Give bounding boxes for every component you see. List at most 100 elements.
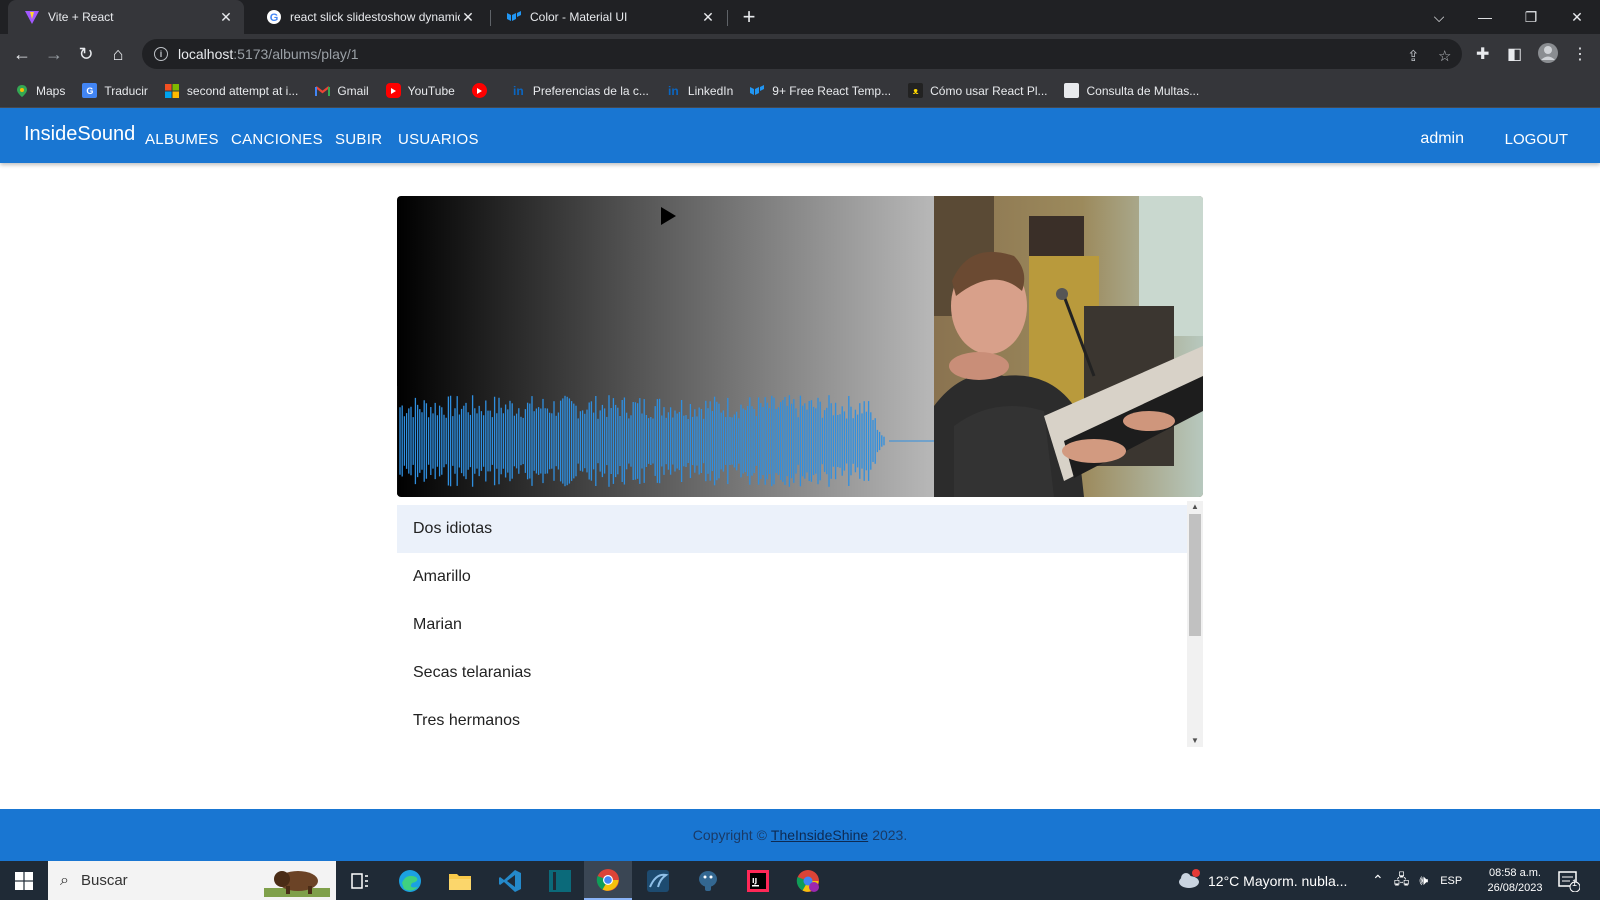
extensions-icon[interactable]: ✚ [1476, 44, 1489, 64]
bookmark-preferencias[interactable]: in Preferencias de la c... [511, 83, 649, 98]
close-tab-icon[interactable]: ✕ [218, 9, 234, 26]
new-tab-button[interactable]: + [737, 4, 761, 30]
nav-usuarios[interactable]: USUARIOS [398, 131, 479, 148]
play-button[interactable] [655, 204, 679, 228]
notifications-icon[interactable]: 1 [1558, 861, 1580, 900]
tab-google-search[interactable]: G react slick slidestoshow dynamic ✕ [250, 0, 486, 34]
tab-vite-react[interactable]: Vite + React ✕ [8, 0, 244, 34]
url-host: localhost [178, 46, 234, 62]
play-icon [661, 207, 676, 225]
reload-icon[interactable]: ↻ [74, 42, 98, 66]
scroll-down-icon[interactable]: ▼ [1187, 735, 1203, 747]
bookmark-label: YouTube [407, 83, 455, 98]
track-title: Marian [413, 616, 462, 633]
track-item-secas-telaranias[interactable]: Secas telaranias [397, 649, 1187, 697]
nav-canciones[interactable]: CANCIONES [231, 131, 323, 148]
weather-text: 12°C Mayorm. nubla... [1208, 872, 1348, 889]
tab-search-icon[interactable]: ⌵ [1416, 0, 1462, 34]
chrome-profile-icon[interactable] [784, 861, 832, 900]
profile-avatar[interactable] [1537, 42, 1559, 69]
forward-icon[interactable]: → [42, 42, 66, 66]
nav-albumes[interactable]: ALBUMES [145, 131, 219, 148]
track-item-dos-idiotas[interactable]: Dos idiotas [397, 505, 1187, 553]
tab-material-ui[interactable]: Color - Material UI ✕ [490, 0, 726, 34]
linkedin-icon: in [668, 83, 679, 98]
waveform-panel[interactable] [397, 196, 934, 497]
logout-button[interactable]: LOGOUT [1505, 131, 1568, 148]
chrome-icon[interactable] [584, 861, 632, 900]
weather-widget[interactable]: 12°C Mayorm. nubla... [1176, 861, 1347, 900]
file-explorer-icon[interactable] [436, 861, 484, 900]
footer-link[interactable]: TheInsideShine [771, 827, 868, 843]
close-window-icon[interactable]: ✕ [1554, 0, 1600, 34]
mysql-workbench-icon[interactable] [634, 861, 682, 900]
nav-subir[interactable]: SUBIR [335, 131, 382, 148]
bookmark-star-icon[interactable]: ☆ [1438, 47, 1451, 65]
youtube-music-icon [471, 83, 487, 98]
gmail-icon [315, 83, 331, 98]
close-tab-icon[interactable]: ✕ [700, 9, 716, 26]
minimize-icon[interactable]: — [1462, 0, 1508, 34]
waveform[interactable] [397, 386, 934, 497]
browser-tab-strip: Vite + React ✕ G react slick slidestosho… [0, 0, 1600, 34]
close-tab-icon[interactable]: ✕ [460, 9, 476, 26]
restore-icon[interactable]: ❐ [1508, 0, 1554, 34]
bookmark-react-templates[interactable]: 9+ Free React Temp... [750, 83, 891, 98]
bookmarks-bar: Maps G Traducir second attempt at i... G… [0, 74, 1600, 108]
current-user[interactable]: admin [1420, 130, 1464, 148]
app-bar: InsideSound ALBUMES CANCIONES SUBIR USUA… [0, 108, 1600, 163]
bookmark-label: Consulta de Multas... [1086, 83, 1200, 98]
show-hidden-icons-icon[interactable]: ⌃ [1372, 872, 1384, 889]
scroll-up-icon[interactable]: ▲ [1187, 501, 1203, 513]
bookmark-multas[interactable]: Consulta de Multas... [1064, 83, 1199, 98]
brand-logo[interactable]: InsideSound [24, 123, 135, 146]
volume-icon[interactable]: 🕪 [1419, 872, 1428, 889]
bookmark-react-player[interactable]: ᴥ Cómo usar React Pl... [908, 83, 1047, 98]
track-item-tres-hermanos[interactable]: Tres hermanos [397, 697, 1187, 745]
bookmark-youtube-music[interactable] [471, 83, 494, 98]
copyright-year: 2023. [872, 827, 908, 843]
address-bar[interactable]: i localhost:5173/albums/play/1 ⇪ ☆ [142, 39, 1462, 69]
scroll-thumb[interactable] [1189, 514, 1201, 636]
edge-icon[interactable] [386, 861, 434, 900]
bookmark-maps[interactable]: Maps [14, 83, 65, 98]
network-icon[interactable]: 🖧 [1394, 869, 1410, 893]
browser-menu-icon[interactable]: ⋮ [1572, 44, 1588, 64]
bookmark-youtube[interactable]: YouTube [385, 83, 455, 98]
bookmark-second-attempt[interactable]: second attempt at i... [165, 83, 298, 98]
bookmark-linkedin[interactable]: in LinkedIn [666, 83, 733, 98]
intellij-icon[interactable]: IJ [734, 861, 782, 900]
track-item-amarillo[interactable]: Amarillo [397, 553, 1187, 601]
vscode-icon[interactable] [486, 861, 534, 900]
document-icon [1064, 83, 1080, 98]
terminal-app-icon[interactable] [536, 861, 584, 900]
side-panel-icon[interactable]: ◧ [1507, 44, 1522, 64]
clock[interactable]: 08:58 a.m. 26/08/2023 [1482, 861, 1548, 900]
task-view-icon[interactable] [336, 861, 384, 900]
track-title: Secas telaranias [413, 664, 532, 681]
language-indicator[interactable]: ESP [1440, 875, 1462, 887]
bison-search-highlight-icon [264, 864, 330, 900]
site-info-icon[interactable]: i [154, 47, 168, 61]
back-icon[interactable]: ← [10, 42, 34, 66]
translate-icon: G [82, 83, 98, 98]
vite-icon [24, 9, 40, 25]
postgresql-icon[interactable] [684, 861, 732, 900]
bookmark-label: Maps [36, 83, 66, 98]
share-icon[interactable]: ⇪ [1407, 47, 1420, 65]
bookmark-label: Cómo usar React Pl... [930, 83, 1048, 98]
copyright-prefix: Copyright © [692, 827, 767, 843]
track-title: Tres hermanos [413, 712, 520, 729]
track-item-marian[interactable]: Marian [397, 601, 1187, 649]
track-title: Amarillo [413, 568, 471, 585]
tray-icons: ⌃ 🖧 🕪 ESP [1372, 861, 1462, 900]
windows-start-icon[interactable] [0, 861, 48, 900]
taskbar-search[interactable]: ⌕ Buscar [48, 861, 336, 900]
track-list-scrollbar[interactable]: ▲ ▼ [1187, 501, 1203, 747]
bookmark-label: Gmail [337, 83, 369, 98]
bookmark-gmail[interactable]: Gmail [315, 83, 369, 98]
bookmark-label: second attempt at i... [186, 83, 299, 98]
bookmark-traducir[interactable]: G Traducir [82, 83, 148, 98]
home-icon[interactable]: ⌂ [106, 42, 130, 66]
browser-toolbar: ← → ↻ ⌂ i localhost:5173/albums/play/1 ⇪… [0, 34, 1600, 74]
